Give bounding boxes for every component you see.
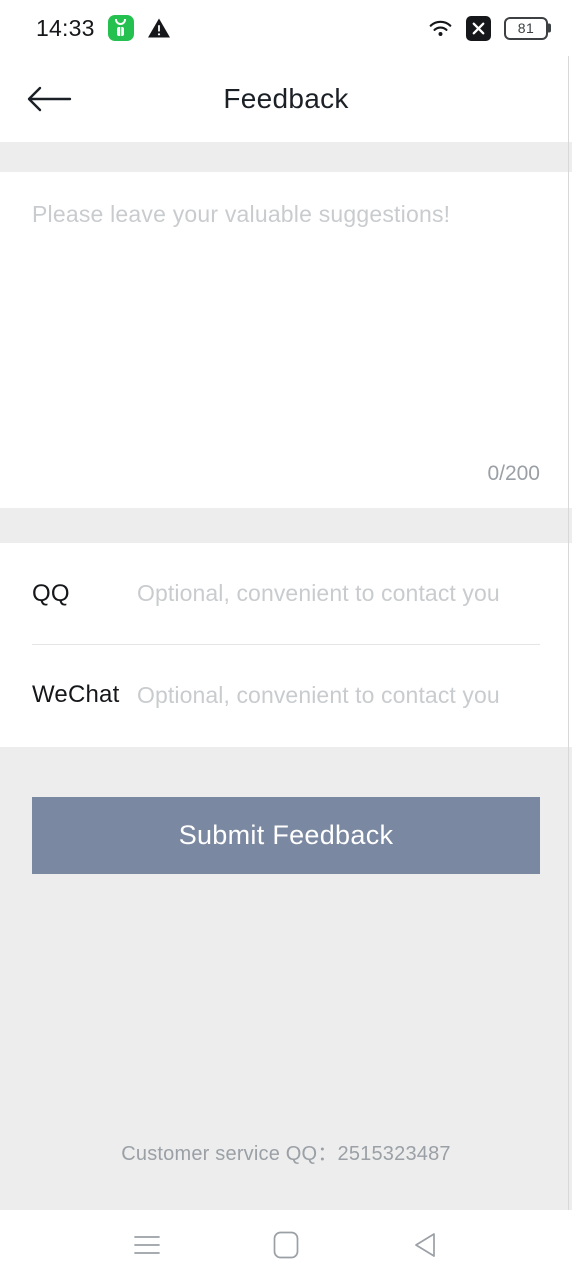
app-screen: 14:33 81 Feedback Please leave your valu… <box>0 0 572 1280</box>
section-spacer-top <box>0 142 572 172</box>
feedback-textarea-card[interactable]: Please leave your valuable suggestions! … <box>0 172 572 508</box>
qq-input[interactable] <box>137 580 540 607</box>
wechat-input[interactable] <box>137 681 540 709</box>
character-counter: 0/200 <box>487 462 540 485</box>
menu-lines-icon[interactable] <box>119 1217 175 1273</box>
back-arrow-icon[interactable] <box>18 68 80 130</box>
battery-level-text: 81 <box>517 20 535 36</box>
wifi-icon <box>428 16 453 41</box>
status-bar: 14:33 81 <box>0 0 572 56</box>
section-spacer-middle <box>0 508 572 543</box>
scroll-indicator[interactable] <box>568 56 569 1210</box>
battery-indicator: 81 <box>504 16 548 40</box>
submit-feedback-button[interactable]: Submit Feedback <box>32 797 540 874</box>
home-square-icon[interactable] <box>258 1217 314 1273</box>
contact-row-wechat[interactable]: WeChat <box>32 644 540 745</box>
page-header: Feedback <box>0 56 572 142</box>
page-title: Feedback <box>223 83 349 114</box>
status-bar-left: 14:33 <box>36 15 171 42</box>
feedback-placeholder: Please leave your valuable suggestions! <box>32 201 451 227</box>
contact-row-qq[interactable]: QQ <box>32 543 540 644</box>
customer-service-note: Customer service QQ：2515323487 <box>121 1143 451 1165</box>
qq-label: QQ <box>32 579 70 607</box>
warning-triangle-icon <box>147 16 171 40</box>
signal-x-icon <box>466 15 491 41</box>
contact-fields-card: QQ WeChat <box>0 543 572 747</box>
android-navigation-bar <box>0 1210 572 1280</box>
restaurant-app-icon <box>107 15 134 41</box>
back-triangle-icon[interactable] <box>397 1217 453 1273</box>
status-bar-clock: 14:33 <box>36 14 95 41</box>
status-bar-right: 81 <box>428 15 548 41</box>
submit-section: Submit Feedback Customer service QQ：2515… <box>0 747 572 1210</box>
wechat-label: WeChat <box>32 681 120 708</box>
